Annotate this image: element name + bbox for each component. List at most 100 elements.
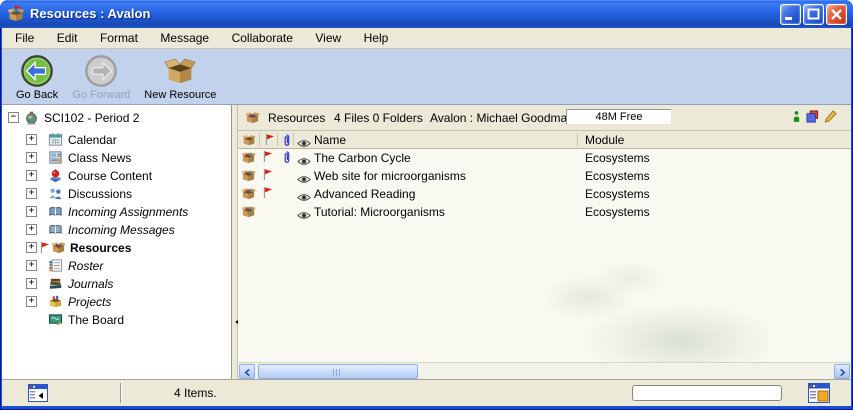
sidebar-item-the-board[interactable]: The Board: [2, 311, 231, 329]
course-content-icon: [48, 168, 63, 183]
sidebar-item-discussions[interactable]: Discussions: [2, 185, 231, 203]
calendar-icon: [48, 132, 63, 147]
file-module: Ecosystems: [585, 167, 650, 185]
sidebar-item-resources[interactable]: Resources: [2, 239, 231, 257]
flag-icon: [262, 168, 273, 186]
sidebar-item-label: Projects: [68, 293, 111, 311]
table-row[interactable]: Advanced Reading Ecosystems: [238, 185, 851, 203]
flag-icon: [39, 241, 50, 254]
sidebar-item-label: The Board: [68, 311, 124, 329]
menu-file[interactable]: File: [6, 28, 43, 49]
file-name[interactable]: Advanced Reading: [314, 185, 415, 203]
horizontal-scrollbar[interactable]: [238, 362, 851, 379]
menu-view[interactable]: View: [306, 28, 350, 49]
forward-icon: [84, 54, 118, 88]
tree-panel: SCI102 - Period 2 Calendar: [2, 105, 232, 379]
menu-edit[interactable]: Edit: [48, 28, 87, 49]
pencil-icon[interactable]: [824, 110, 837, 126]
expand-toggle-icon[interactable]: [26, 188, 37, 199]
sidebar-item-projects[interactable]: Projects: [2, 293, 231, 311]
column-header-name[interactable]: Name: [314, 131, 346, 149]
sidebar-item-label: Roster: [68, 257, 103, 275]
expand-toggle-icon[interactable]: [26, 242, 37, 253]
tree-root-label: SCI102 - Period 2: [44, 109, 139, 127]
app-icon: [7, 5, 25, 23]
go-back-label: Go Back: [16, 89, 58, 101]
table-row[interactable]: Web site for microorganisms Ecosystems: [238, 167, 851, 185]
scrollbar-thumb[interactable]: [258, 364, 418, 379]
go-forward-button[interactable]: Go Forward: [66, 53, 136, 102]
file-module: Ecosystems: [585, 185, 650, 203]
roster-icon: [48, 258, 63, 273]
collapse-toggle-icon[interactable]: [8, 112, 19, 123]
expand-toggle-icon[interactable]: [26, 206, 37, 217]
file-folder-counts: 4 Files 0 Folders: [334, 111, 423, 125]
expand-toggle-icon[interactable]: [26, 260, 37, 271]
sidebar-item-course-content[interactable]: Course Content: [2, 167, 231, 185]
expand-toggle-icon[interactable]: [26, 134, 37, 145]
expand-toggle-icon[interactable]: [26, 278, 37, 289]
file-module: Ecosystems: [585, 203, 650, 221]
main-area: SCI102 - Period 2 Calendar: [2, 105, 851, 379]
layers-icon[interactable]: [806, 110, 819, 126]
course-globe-icon: [24, 110, 39, 125]
new-resource-label: New Resource: [144, 89, 216, 101]
status-bar: 4 Items.: [2, 379, 851, 406]
table-header: Name Module: [238, 131, 851, 149]
new-resource-icon: [163, 54, 197, 88]
expand-toggle-icon[interactable]: [26, 224, 37, 235]
flag-icon: [262, 150, 273, 168]
menu-message[interactable]: Message: [151, 28, 218, 49]
board-icon: [48, 312, 63, 327]
scroll-right-button[interactable]: [834, 364, 850, 379]
sidebar-item-roster[interactable]: Roster: [2, 257, 231, 275]
go-forward-label: Go Forward: [72, 89, 130, 101]
scroll-left-button[interactable]: [239, 364, 255, 379]
sidebar-item-label: Incoming Assignments: [68, 203, 188, 221]
panel-info-bar: Resources 4 Files 0 Folders Avalon : Mic…: [238, 105, 851, 131]
sidebar-item-journals[interactable]: Journals: [2, 275, 231, 293]
sidebar-item-label: Course Content: [68, 167, 152, 185]
back-icon: [20, 54, 54, 88]
pane-toggle-right-icon[interactable]: [808, 383, 830, 403]
menu-help[interactable]: Help: [355, 28, 398, 49]
expand-toggle-icon[interactable]: [26, 170, 37, 181]
expand-toggle-icon[interactable]: [26, 152, 37, 163]
toolbar: Go Back Go Forward New Reso: [2, 49, 851, 105]
sidebar-item-label: Journals: [68, 275, 113, 293]
go-back-button[interactable]: Go Back: [10, 53, 64, 102]
file-module: Ecosystems: [585, 149, 650, 167]
minimize-button[interactable]: [780, 4, 801, 25]
app-window: Resources : Avalon File Edit Format Mess…: [0, 0, 853, 410]
column-header-module[interactable]: Module: [585, 131, 624, 149]
menu-collaborate[interactable]: Collaborate: [223, 28, 302, 49]
close-button[interactable]: [826, 4, 847, 25]
open-book-icon: [48, 222, 63, 237]
flag-icon: [262, 186, 273, 204]
file-name[interactable]: Tutorial: Microorganisms: [314, 203, 445, 221]
new-resource-button[interactable]: New Resource: [138, 53, 222, 102]
item-count-label: 4 Items.: [174, 380, 217, 406]
person-icon[interactable]: [792, 110, 801, 126]
file-panel: Resources 4 Files 0 Folders Avalon : Mic…: [238, 105, 851, 379]
sidebar-item-incoming-assignments[interactable]: Incoming Assignments: [2, 203, 231, 221]
table-row[interactable]: The Carbon Cycle Ecosystems: [238, 149, 851, 167]
news-icon: [48, 150, 63, 165]
file-name[interactable]: The Carbon Cycle: [314, 149, 411, 167]
sidebar-item-calendar[interactable]: Calendar: [2, 131, 231, 149]
file-name[interactable]: Web site for microorganisms: [314, 167, 466, 185]
title-bar: Resources : Avalon: [0, 0, 853, 28]
resource-item-icon: [241, 204, 256, 224]
menu-format[interactable]: Format: [91, 28, 147, 49]
sidebar-item-label: Incoming Messages: [68, 221, 175, 239]
sidebar-item-class-news[interactable]: Class News: [2, 149, 231, 167]
pane-toggle-left-icon[interactable]: [28, 384, 48, 402]
expand-toggle-icon[interactable]: [26, 296, 37, 307]
maximize-button[interactable]: [803, 4, 824, 25]
sidebar-item-incoming-messages[interactable]: Incoming Messages: [2, 221, 231, 239]
panel-title: Resources: [268, 111, 325, 125]
resources-box-icon: [51, 240, 66, 255]
table-row[interactable]: Tutorial: Microorganisms Ecosystems: [238, 203, 851, 221]
resources-box-icon: [245, 110, 260, 125]
tree-root-course[interactable]: SCI102 - Period 2: [2, 109, 231, 127]
